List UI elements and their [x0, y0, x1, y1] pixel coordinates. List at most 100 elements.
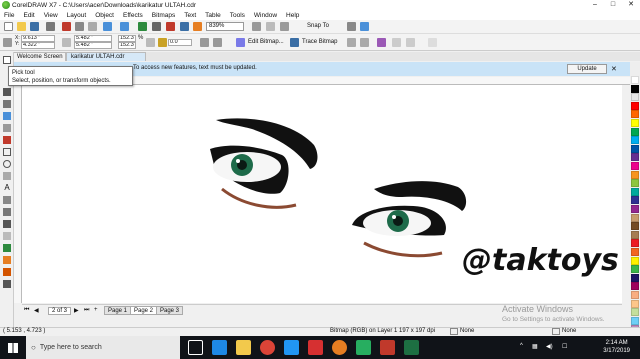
crop-bitmap-icon[interactable]: [347, 38, 356, 47]
palette-swatch[interactable]: [631, 93, 639, 102]
object-origin-icon[interactable]: [3, 38, 12, 47]
pick-tool-icon[interactable]: [3, 56, 11, 64]
file-explorer-icon[interactable]: [236, 340, 251, 355]
palette-swatch[interactable]: [631, 196, 639, 205]
prev-page-icon[interactable]: ◀: [34, 307, 39, 314]
drop-shadow-icon[interactable]: [3, 220, 11, 228]
zoom-level-select[interactable]: 839%: [206, 22, 244, 31]
import-icon[interactable]: [152, 22, 161, 31]
transparency-icon[interactable]: [3, 232, 11, 240]
menu-edit[interactable]: Edit: [23, 12, 34, 19]
y-position-field[interactable]: 4.322 ": [21, 42, 55, 49]
welcome-screen-icon[interactable]: [193, 22, 202, 31]
search-content-icon[interactable]: [138, 22, 147, 31]
open-folder-icon[interactable]: [17, 22, 26, 31]
shape-tool-icon[interactable]: [3, 88, 11, 96]
store-icon[interactable]: [284, 340, 299, 355]
palette-swatch[interactable]: [631, 265, 639, 274]
copy-icon[interactable]: [75, 22, 84, 31]
firefox-icon[interactable]: [332, 340, 347, 355]
edit-bitmap-button[interactable]: Edit Bitmap...: [248, 38, 284, 47]
palette-swatch[interactable]: [631, 101, 639, 110]
palette-swatch[interactable]: [631, 76, 639, 84]
smart-fill-icon[interactable]: [3, 268, 11, 276]
taskbar-search-box[interactable]: ○ Type here to search: [26, 336, 180, 359]
x-position-field[interactable]: 9.613 ": [21, 35, 55, 42]
mirror-horizontal-icon[interactable]: [200, 38, 209, 47]
palette-swatch[interactable]: [631, 213, 639, 222]
palette-swatch[interactable]: [631, 153, 639, 162]
rotation-angle-field[interactable]: 0.0: [168, 39, 192, 46]
text-tool-icon[interactable]: A: [3, 184, 11, 192]
menu-window[interactable]: Window: [254, 12, 277, 19]
artistic-media-icon[interactable]: [3, 136, 11, 144]
first-page-icon[interactable]: ⏮: [24, 307, 29, 314]
palette-swatch[interactable]: [631, 127, 639, 136]
palette-swatch[interactable]: [631, 273, 639, 282]
page-tab-2[interactable]: Page 2: [130, 306, 158, 315]
lock-ratio-icon[interactable]: [146, 38, 155, 47]
chrome-icon[interactable]: [260, 340, 275, 355]
next-page-icon[interactable]: ▶: [74, 307, 79, 314]
notification-icon[interactable]: ☐: [562, 343, 567, 350]
palette-swatch[interactable]: [631, 239, 639, 248]
zoom-tool-icon[interactable]: [3, 112, 11, 120]
resample-icon[interactable]: [360, 38, 369, 47]
palette-swatch[interactable]: [631, 222, 639, 231]
palette-swatch[interactable]: [631, 308, 639, 317]
height-field[interactable]: 5.482 ": [74, 42, 112, 49]
palette-swatch[interactable]: [631, 136, 639, 145]
save-icon[interactable]: [30, 22, 39, 31]
snap-to-dropdown[interactable]: Snap To: [307, 22, 329, 31]
menu-file[interactable]: File: [4, 12, 14, 19]
palette-swatch[interactable]: [631, 119, 639, 127]
menu-view[interactable]: View: [44, 12, 58, 19]
full-screen-icon[interactable]: [252, 22, 261, 31]
width-field[interactable]: 5.482 ": [74, 35, 112, 42]
rulers-icon[interactable]: [266, 22, 275, 31]
scale-height-field[interactable]: 152.3: [118, 42, 136, 49]
parallel-dimension-icon[interactable]: [3, 196, 11, 204]
link-bitmap-icon[interactable]: [392, 38, 401, 47]
minimize-button[interactable]: –: [586, 0, 604, 10]
connector-tool-icon[interactable]: [3, 208, 11, 216]
menu-bitmaps[interactable]: Bitmaps: [152, 12, 175, 19]
launcher-icon[interactable]: [360, 22, 369, 31]
paste-icon[interactable]: [88, 22, 97, 31]
new-document-icon[interactable]: [4, 22, 13, 31]
menu-table[interactable]: Table: [205, 12, 221, 19]
media-app-icon[interactable]: [308, 340, 323, 355]
infobar-close-icon[interactable]: ✕: [611, 65, 617, 73]
last-page-icon[interactable]: ⏭: [84, 307, 89, 314]
page-tab-3[interactable]: Page 3: [156, 306, 184, 315]
ellipse-tool-icon[interactable]: [3, 160, 11, 168]
pdf-reader-icon[interactable]: [380, 340, 395, 355]
palette-swatch[interactable]: [631, 256, 639, 265]
network-icon[interactable]: ▦: [532, 343, 538, 350]
tray-chevron-icon[interactable]: ^: [520, 343, 523, 349]
palette-swatch[interactable]: [631, 187, 639, 196]
palette-swatch[interactable]: [631, 282, 639, 291]
palette-swatch[interactable]: [631, 299, 639, 308]
redo-icon[interactable]: [120, 22, 129, 31]
wrap-text-icon[interactable]: [428, 38, 437, 47]
tab-welcome-screen[interactable]: Welcome Screen: [12, 52, 66, 61]
palette-swatch[interactable]: [631, 205, 639, 213]
palette-swatch[interactable]: [631, 110, 639, 119]
pdf-icon[interactable]: [166, 22, 175, 31]
app-launcher-icon[interactable]: [180, 22, 189, 31]
polygon-tool-icon[interactable]: [3, 172, 11, 180]
menu-text[interactable]: Text: [184, 12, 196, 19]
palette-swatch[interactable]: [631, 144, 639, 153]
maximize-button[interactable]: □: [604, 0, 622, 10]
rectangle-tool-icon[interactable]: [3, 148, 11, 156]
palette-swatch[interactable]: [631, 316, 639, 325]
freehand-tool-icon[interactable]: [3, 124, 11, 132]
update-link-icon[interactable]: [406, 38, 415, 47]
palette-swatch[interactable]: [631, 230, 639, 239]
options-icon[interactable]: [347, 22, 356, 31]
excel-icon[interactable]: [404, 340, 419, 355]
interactive-fill-icon[interactable]: [3, 256, 11, 264]
update-button[interactable]: Update: [567, 64, 607, 74]
close-button[interactable]: ✕: [622, 0, 640, 10]
